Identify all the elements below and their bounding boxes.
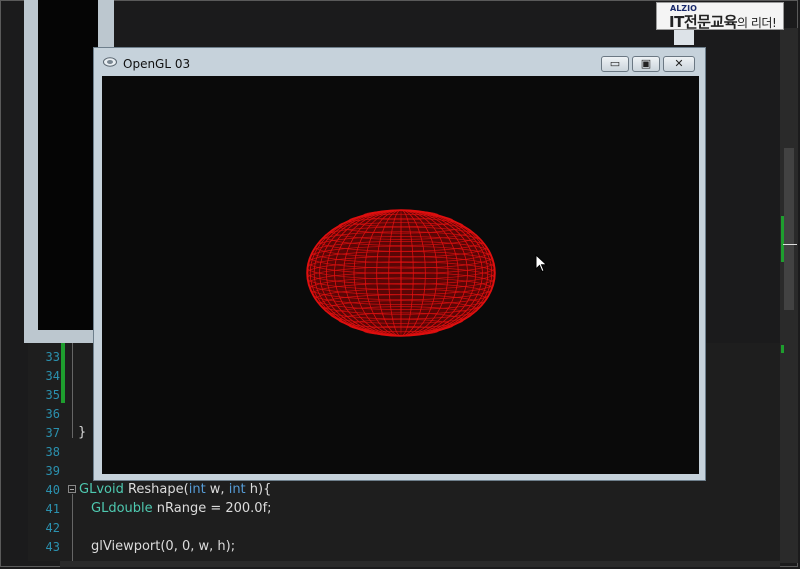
window-titlebar[interactable]: OpenGL 03 ▭ ▣ ✕ (94, 48, 705, 76)
code-token: h){ (245, 482, 272, 497)
line-number: 33 (45, 350, 60, 364)
background-window-content (38, 0, 98, 330)
logo-suffix: 의 리더! (737, 16, 777, 30)
brand-logo: ALZIO IT전문교육의 리더! (656, 2, 784, 32)
code-token-type: GLdouble (91, 501, 153, 516)
code-token-keyword: int (188, 482, 206, 497)
app-icon (103, 57, 117, 67)
code-token-type: GLvoid (79, 482, 124, 497)
line-number: 41 (45, 502, 60, 516)
code-line[interactable]: } (78, 425, 86, 440)
wireframe-sphere (306, 209, 496, 337)
window-title: OpenGL 03 (123, 57, 191, 71)
close-button[interactable]: ✕ (663, 56, 695, 72)
sphere-outline (306, 209, 496, 337)
wireframe-sphere-render (306, 209, 496, 337)
opengl-canvas[interactable] (102, 76, 699, 474)
code-token: w, (205, 482, 229, 497)
logo-main: IT전문교육 (669, 13, 738, 31)
line-number: 42 (45, 521, 60, 535)
scrollbar-thumb[interactable] (784, 148, 794, 310)
opengl-window[interactable]: OpenGL 03 ▭ ▣ ✕ (93, 47, 706, 481)
line-number: 39 (45, 464, 60, 478)
code-line[interactable]: GLdouble nRange = 200.0f; (91, 501, 272, 516)
scroll-change-marker (781, 345, 784, 353)
line-number: 36 (45, 407, 60, 421)
line-number: 43 (45, 540, 60, 554)
line-number: 37 (45, 426, 60, 440)
change-marker (61, 343, 65, 403)
line-number: 38 (45, 445, 60, 459)
horizontal-scrollbar[interactable] (60, 561, 780, 567)
line-number: 40 (45, 483, 60, 497)
logo-main-text: IT전문교육의 리더! (669, 11, 777, 32)
minimize-button[interactable]: ▭ (601, 56, 629, 72)
fold-guide (72, 343, 73, 438)
collapse-toggle[interactable] (68, 485, 76, 493)
maximize-icon: ▣ (640, 57, 652, 70)
line-number: 35 (45, 388, 60, 402)
code-token-keyword: int (228, 482, 246, 497)
close-icon: ✕ (674, 57, 684, 70)
maximize-button[interactable]: ▣ (632, 56, 660, 72)
window-tab-fragment (674, 30, 694, 45)
code-line[interactable]: GLvoid Reshape(int w, int h){ (79, 482, 271, 497)
code-line[interactable]: glViewport(0, 0, w, h); (91, 539, 235, 554)
minimize-icon: ▭ (609, 57, 621, 70)
code-token: nRange = 200.0f; (152, 501, 272, 516)
line-number: 34 (45, 369, 60, 383)
fold-guide (72, 494, 73, 561)
code-token: Reshape( (123, 482, 189, 497)
scroll-caret-marker (783, 244, 797, 245)
scroll-change-marker (781, 216, 784, 262)
mouse-cursor-icon (535, 254, 548, 273)
